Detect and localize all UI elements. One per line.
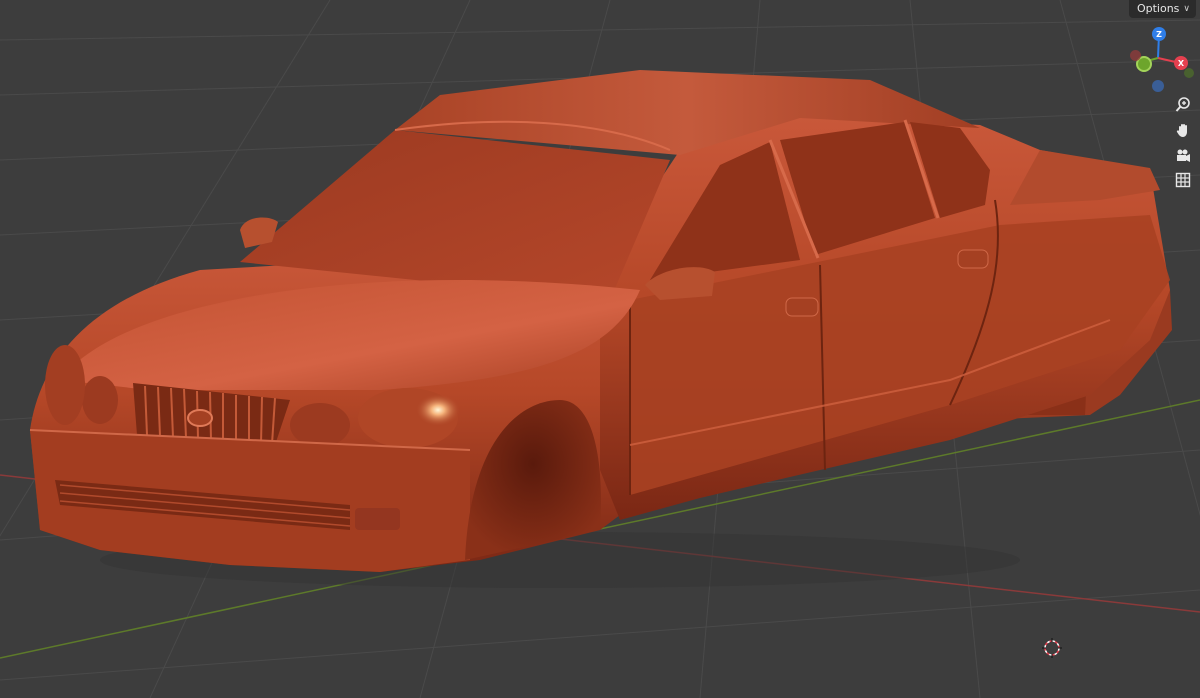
neg-x-axis-ball[interactable]	[1130, 50, 1141, 61]
3d-cursor-icon[interactable]	[1041, 637, 1063, 659]
neg-y-axis-ball[interactable]	[1184, 68, 1194, 78]
scene-canvas[interactable]	[0, 0, 1200, 698]
orthographic-grid-icon	[1175, 172, 1191, 188]
z-axis-ball[interactable]: Z	[1152, 27, 1166, 41]
pan-hand-icon	[1176, 124, 1187, 137]
neg-z-axis-ball[interactable]	[1152, 80, 1164, 92]
zoom-button[interactable]	[1171, 93, 1195, 117]
options-dropdown[interactable]: Options ∨	[1128, 0, 1196, 18]
camera-view-button[interactable]	[1171, 143, 1195, 167]
pan-button[interactable]	[1171, 118, 1195, 142]
orthographic-toggle-button[interactable]	[1171, 168, 1195, 192]
chevron-down-icon: ∨	[1183, 4, 1190, 14]
car-model	[29, 70, 1172, 588]
options-label: Options	[1136, 2, 1180, 15]
navigation-gizmo[interactable]: Z X	[1128, 22, 1200, 98]
camera-view-icon	[1177, 149, 1190, 162]
zoom-icon	[1175, 97, 1190, 112]
3d-viewport[interactable]: Options ∨ Z X	[0, 0, 1200, 698]
